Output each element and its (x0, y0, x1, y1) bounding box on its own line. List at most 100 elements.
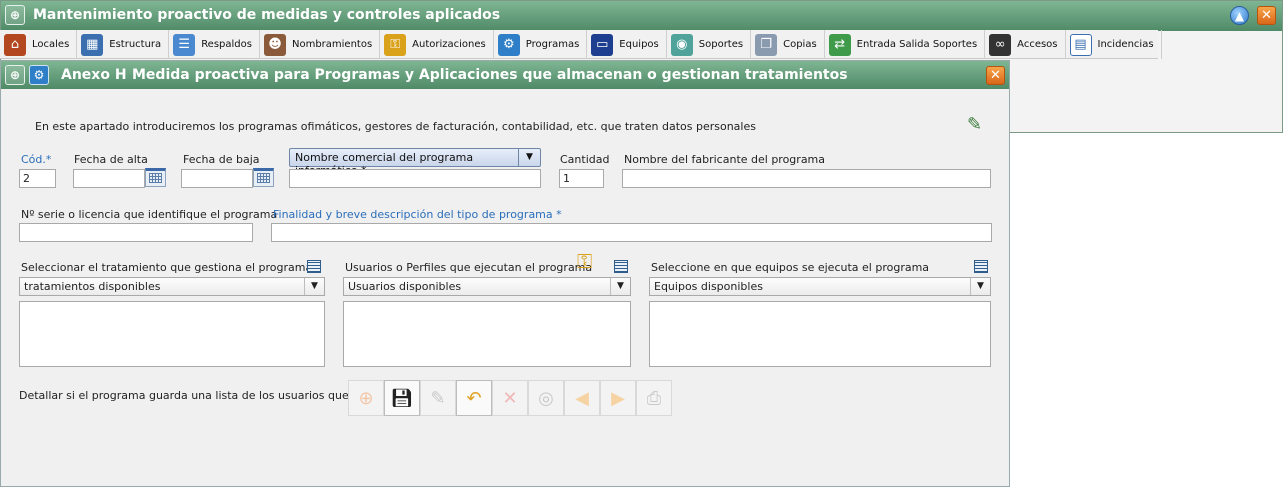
nombre-comercial-field[interactable] (289, 169, 541, 188)
usuarios-selected: Usuarios disponibles (348, 280, 462, 293)
equipos-label: Seleccione en que equipos se ejecuta el … (651, 261, 930, 274)
scroll-up-icon[interactable]: ▲ (1230, 6, 1249, 25)
plus-icon: ⊕ (358, 387, 374, 409)
toolbar-item-soportes[interactable]: ◉ Soportes (667, 30, 752, 59)
fecha-alta-label: Fecha de alta (74, 153, 148, 166)
arrow-right-icon: ▶ (611, 387, 625, 409)
inner-window-title: Medida proactiva para Programas y Aplica… (132, 67, 848, 83)
tratamiento-select[interactable]: tratamientos disponibles ▼ (19, 277, 325, 296)
list-icon[interactable] (974, 260, 988, 273)
tratamiento-selected: tratamientos disponibles (24, 280, 161, 293)
edit-note-icon[interactable]: ✎ (967, 114, 982, 135)
toolbar-label: Entrada Salida Soportes (856, 39, 978, 50)
toolbar-label: Locales (32, 39, 70, 50)
annex-label: Anexo H (61, 67, 127, 83)
toolbar-item-autorizaciones[interactable]: ⚿ Autorizaciones (380, 30, 494, 59)
toolbar-label: Equipos (619, 39, 659, 50)
undo-button[interactable]: ↶ (456, 380, 492, 416)
chevron-down-icon: ▼ (970, 278, 990, 295)
nombre-comercial-dropdown[interactable]: Nombre comercial del programa informátic… (289, 148, 541, 177)
toolbar-label: Soportes (698, 39, 744, 50)
toolbar-item-entrada-salida-soportes[interactable]: ⇄ Entrada Salida Soportes (825, 30, 986, 59)
equipos-list[interactable] (649, 301, 991, 367)
list-icon[interactable] (614, 260, 628, 273)
printer-icon: ⎙ (646, 387, 662, 409)
fecha-baja-label: Fecha de baja (183, 153, 260, 166)
monitor-icon: ▭ (591, 33, 614, 56)
floppy-icon: 💾︎ (390, 387, 414, 409)
chevron-down-icon: ▼ (518, 149, 540, 166)
serie-field[interactable] (19, 223, 253, 242)
intro-text: En este apartado introduciremos los prog… (35, 120, 756, 133)
arrows-icon: ⇄ (828, 33, 851, 56)
save-button[interactable]: 💾︎ (384, 380, 420, 416)
view-button[interactable]: ◎ (528, 380, 564, 416)
add-button[interactable]: ⊕ (348, 380, 384, 416)
cantidad-field[interactable]: 1 (559, 169, 604, 188)
chevron-down-icon: ▼ (304, 278, 324, 295)
close-outer-icon[interactable]: ✕ (1257, 6, 1276, 25)
equipos-select[interactable]: Equipos disponibles ▼ (649, 277, 991, 296)
fecha-alta-field[interactable] (73, 169, 145, 188)
toolbar-label: Respaldos (201, 39, 252, 50)
toolbar-item-programas[interactable]: ⚙ Programas (494, 30, 588, 59)
calendar-icon[interactable] (253, 168, 274, 187)
chevron-down-icon: ▼ (610, 278, 630, 295)
action-bar: ⊕ 💾︎ ✎ ↶ ✕ ◎ ◀ ▶ ⎙ (348, 380, 672, 416)
toolbar-label: Incidencias (1097, 39, 1154, 50)
list-icon[interactable] (307, 260, 321, 273)
toolbar-label: Accesos (1017, 39, 1058, 50)
outer-title-bar[interactable]: ⊕ Mantenimiento proactivo de medidas y c… (1, 1, 1282, 31)
key-users-icon[interactable]: ⚿ (577, 249, 592, 273)
inner-title-bar[interactable]: ⊕ ⚙ Anexo H Medida proactiva para Progra… (1, 61, 1009, 89)
close-inner-icon[interactable]: ✕ (986, 66, 1005, 85)
fabricante-label: Nombre del fabricante del programa (624, 153, 826, 166)
previous-button[interactable]: ◀ (564, 380, 600, 416)
toolbar-item-equipos[interactable]: ▭ Equipos (587, 30, 667, 59)
key-people-icon: ⚿ (384, 33, 407, 56)
window-app-icon: ⊕ (5, 65, 25, 85)
disk-icon: ◉ (670, 33, 693, 56)
toolbar-item-copias[interactable]: ❐ Copias (751, 30, 825, 59)
toolbar-label: Estructura (109, 39, 162, 50)
usuarios-label: Usuarios o Perfiles que ejecutan el prog… (345, 261, 593, 274)
network-icon: ▦ (81, 33, 104, 56)
undo-icon: ↶ (466, 387, 482, 409)
binoculars-icon: ∞ (989, 33, 1012, 56)
edit-button[interactable]: ✎ (420, 380, 456, 416)
usuarios-select[interactable]: Usuarios disponibles ▼ (343, 277, 631, 296)
house-icon: ⌂ (4, 33, 26, 56)
fabricante-field[interactable] (622, 169, 991, 188)
toolbar-item-accesos[interactable]: ∞ Accesos (985, 30, 1066, 59)
delete-button[interactable]: ✕ (492, 380, 528, 416)
print-button[interactable]: ⎙ (636, 380, 672, 416)
toolbar-item-respaldos[interactable]: ☰ Respaldos (169, 30, 260, 59)
toolbar-item-incidencias[interactable]: ▤ Incidencias (1066, 30, 1162, 59)
toolbar-item-nombramientos[interactable]: ☻ Nombramientos (260, 30, 381, 59)
tratamiento-list[interactable] (19, 301, 325, 367)
toolbar-label: Autorizaciones (412, 39, 486, 50)
outer-window-title: Mantenimiento proactivo de medidas y con… (33, 7, 501, 23)
window-icon: ▤ (1069, 33, 1092, 56)
gear-screen-icon: ⚙ (497, 33, 520, 56)
toolbar-item-estructura[interactable]: ▦ Estructura (77, 30, 170, 59)
toolbar-label: Programas (525, 39, 580, 50)
fecha-baja-field[interactable] (181, 169, 253, 188)
cantidad-label: Cantidad (560, 153, 610, 166)
people-icon: ☻ (263, 33, 286, 56)
toolbar-label: Copias (783, 39, 817, 50)
arrow-left-icon: ◀ (575, 387, 589, 409)
copy-icon: ❐ (755, 33, 778, 56)
serie-label: Nº serie o licencia que identifique el p… (21, 208, 278, 221)
calendar-icon[interactable] (145, 168, 166, 187)
window-app-icon: ⊕ (5, 5, 25, 25)
finalidad-field[interactable] (271, 223, 992, 242)
toolbar: ⌂ Locales ▦ Estructura ☰ Respaldos ☻ Nom… (0, 30, 1162, 59)
usuarios-list[interactable] (343, 301, 631, 367)
list-icon: ☰ (173, 33, 196, 56)
cod-field[interactable]: 2 (19, 169, 56, 188)
inner-window: ⊕ ⚙ Anexo H Medida proactiva para Progra… (0, 60, 1010, 487)
toolbar-item-locales[interactable]: ⌂ Locales (0, 30, 78, 59)
toolbar-label: Nombramientos (291, 39, 373, 50)
next-button[interactable]: ▶ (600, 380, 636, 416)
